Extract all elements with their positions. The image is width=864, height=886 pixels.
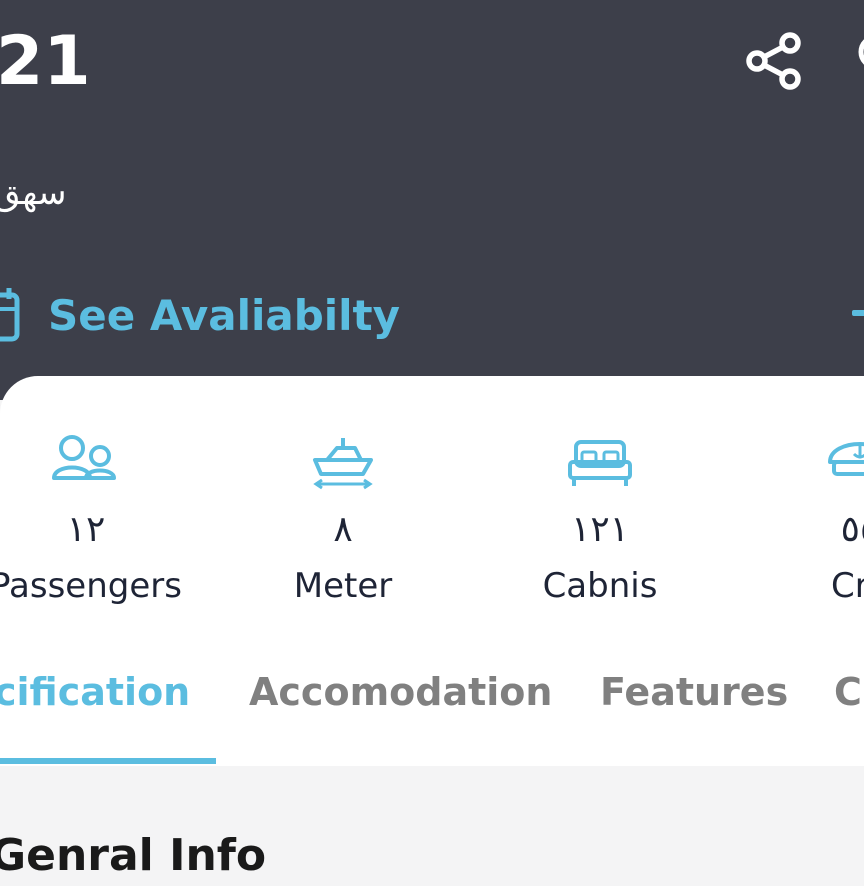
expand-toggle[interactable]	[852, 310, 864, 316]
boat-length-icon	[313, 438, 373, 490]
length-value: ٨	[333, 509, 353, 550]
page-title: 21	[0, 22, 91, 101]
passengers-icon	[52, 435, 116, 480]
spec-crew: ٥٥ Cre	[760, 432, 864, 608]
captain-hat-icon	[828, 442, 864, 476]
crew-value: ٥٥	[840, 509, 864, 550]
heart-icon	[858, 39, 864, 65]
active-tab-indicator	[0, 758, 216, 764]
spec-passengers: ١٢ Passengers	[0, 432, 186, 608]
bed-icon	[568, 440, 632, 486]
section-title: Genral Info	[0, 830, 267, 881]
tab-more[interactable]: C	[834, 672, 862, 712]
calendar-icon	[0, 288, 20, 342]
cabins-label: Cabnis	[542, 566, 658, 606]
spec-length: ٨ Meter	[243, 432, 443, 608]
passengers-value: ١٢	[66, 509, 106, 550]
passengers-label: Passengers	[0, 566, 182, 606]
share-button[interactable]	[744, 30, 804, 90]
share-icon	[746, 32, 801, 90]
details-card: ١٢ Passengers ٨ Meter ١٢١ Cabnis ٥ Cr ci…	[0, 376, 864, 766]
tab-specification[interactable]: cification	[0, 672, 190, 712]
subtitle: سهق	[0, 173, 67, 213]
availability-label: See Avaliabilty	[48, 290, 401, 340]
crew-label: Cre	[831, 566, 864, 606]
tab-accomodation[interactable]: Accomodation	[249, 672, 552, 712]
tab-bar: cification Accomodation Features C	[0, 672, 864, 762]
cabins-value: ١٢١	[570, 509, 629, 550]
see-availability-button[interactable]: See Avaliabilty	[0, 280, 406, 350]
tab-features[interactable]: Features	[600, 672, 788, 712]
length-label: Meter	[293, 566, 393, 606]
header: 21 سهق See Avaliabilty	[0, 0, 864, 400]
favorite-button[interactable]	[854, 34, 864, 70]
spec-cabins: ١٢١ Cabnis	[500, 432, 700, 608]
